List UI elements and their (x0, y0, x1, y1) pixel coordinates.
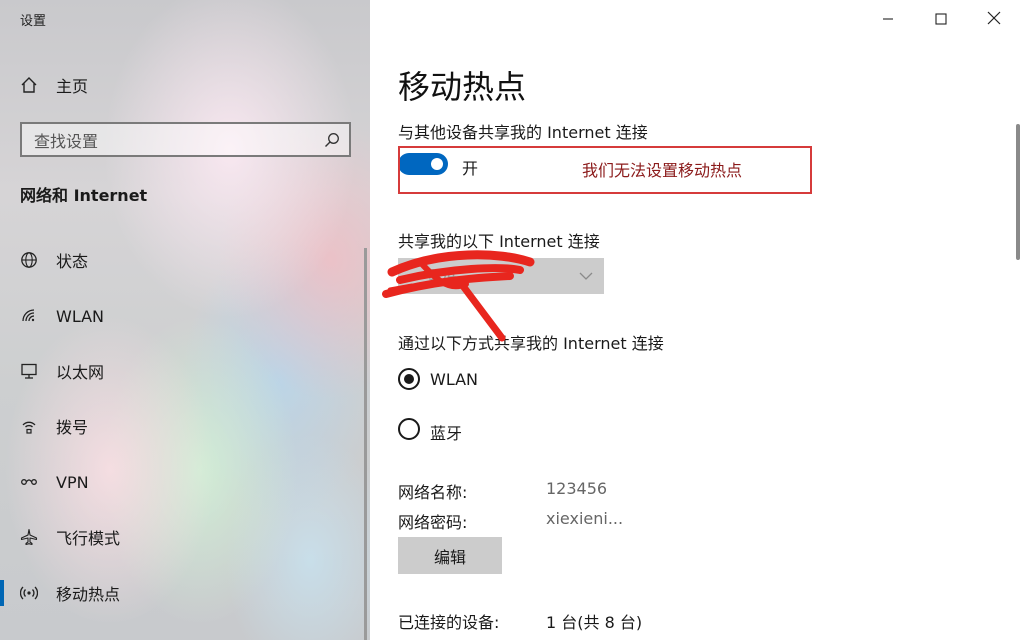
sidebar-scrollbar[interactable] (364, 248, 367, 640)
dialup-icon (20, 417, 38, 435)
radio-wlan[interactable] (398, 368, 420, 390)
ethernet-icon (20, 362, 38, 380)
sidebar-item-airplane-mode[interactable]: 飞行模式 (0, 517, 370, 557)
network-name-value: 123456 (546, 479, 608, 498)
share-from-label: 共享我的以下 Internet 连接 (398, 232, 600, 251)
sidebar-item-dialup[interactable]: 拨号 (0, 406, 370, 446)
share-label: 与其他设备共享我的 Internet 连接 (398, 123, 648, 142)
close-button[interactable] (968, 0, 1020, 38)
search-input[interactable]: 查找设置 (20, 122, 351, 157)
radio-bluetooth-label: 蓝牙 (430, 424, 463, 443)
airplane-icon (20, 528, 38, 546)
maximize-icon (935, 10, 947, 29)
hotspot-icon (20, 584, 38, 602)
sidebar-item-label: WLAN (56, 306, 105, 326)
close-icon (987, 10, 1001, 29)
connected-devices-value: 1 台(共 8 台) (546, 613, 643, 632)
sidebar-item-label: 移动热点 (56, 585, 121, 604)
sidebar-item-vpn[interactable]: VPN (0, 462, 370, 502)
search-placeholder: 查找设置 (34, 131, 99, 151)
sidebar-item-label: 以太网 (56, 363, 105, 382)
annotation-text: 我们无法设置移动热点 (582, 161, 743, 180)
sidebar-item-mobile-hotspot[interactable]: 移动热点 (0, 573, 370, 613)
network-password-label: 网络密码: (398, 513, 468, 532)
network-password-value: xiexieni... (546, 509, 624, 528)
edit-button[interactable]: 编辑 (398, 537, 502, 574)
radio-wlan-label: WLAN (430, 370, 479, 389)
main-scrollbar[interactable] (1016, 124, 1020, 260)
sidebar: 设置 主页 查找设置 网络和 Internet 状态 WLAN 以太网 拨号 V… (0, 0, 370, 640)
radio-bluetooth[interactable] (398, 418, 420, 440)
vpn-icon (20, 473, 38, 491)
wifi-icon (20, 307, 38, 325)
dropdown-value: 304 (428, 266, 457, 284)
main-content: 移动热点 与其他设备共享我的 Internet 连接 开 我们无法设置移动热点 … (370, 0, 1022, 640)
minimize-button[interactable] (862, 0, 914, 38)
share-over-label: 通过以下方式共享我的 Internet 连接 (398, 334, 664, 353)
chevron-down-icon (578, 268, 594, 284)
page-title: 移动热点 (398, 68, 527, 106)
radio-dot (404, 374, 414, 384)
sidebar-item-status[interactable]: 状态 (0, 240, 370, 280)
globe-icon (20, 251, 38, 269)
sidebar-item-ethernet[interactable]: 以太网 (0, 351, 370, 391)
network-name-label: 网络名称: (398, 483, 468, 502)
section-title: 网络和 Internet (20, 186, 148, 205)
maximize-button[interactable] (915, 0, 967, 38)
home-icon (20, 76, 38, 94)
sidebar-item-label: 状态 (56, 252, 89, 271)
sidebar-item-label: 飞行模式 (56, 529, 121, 548)
sidebar-item-wlan[interactable]: WLAN (0, 296, 370, 336)
sidebar-item-home[interactable]: 主页 (0, 65, 370, 105)
sidebar-item-label: 拨号 (56, 418, 89, 437)
app-title: 设置 (20, 14, 47, 29)
sidebar-item-label: VPN (56, 472, 89, 492)
minimize-icon (882, 10, 894, 29)
connected-devices-label: 已连接的设备: (398, 613, 500, 632)
connection-dropdown[interactable]: 304 (398, 258, 604, 294)
search-icon[interactable] (323, 131, 341, 149)
sidebar-item-label: 主页 (56, 77, 89, 96)
